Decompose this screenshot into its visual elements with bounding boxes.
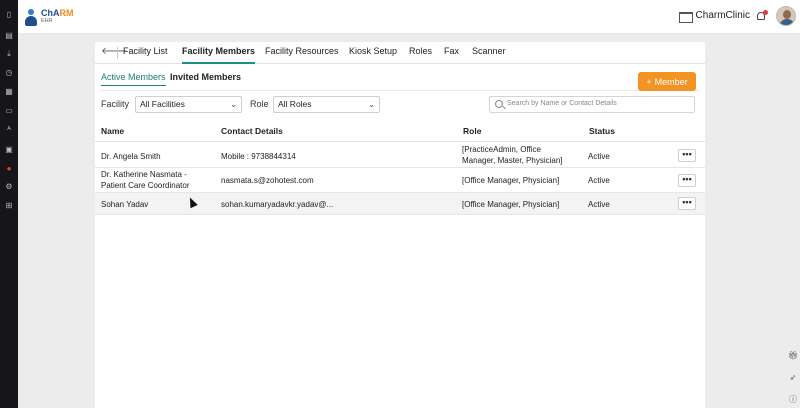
download-icon[interactable]: ⤓ xyxy=(4,49,14,59)
settings-tab-bar: 🡐 Facility List Facility Members Facilit… xyxy=(95,42,705,64)
tab-facility-members[interactable]: Facility Members xyxy=(182,46,256,64)
member-contact: Mobile : 9738844314 xyxy=(221,152,296,161)
column-header-contact: Contact Details xyxy=(221,126,283,136)
tab-roles[interactable]: Roles xyxy=(409,46,432,64)
chevron-down-icon: ⌄ xyxy=(368,100,375,109)
member-name-line: Dr. Katherine Nasmata - xyxy=(101,170,187,179)
table-header: Name Contact Details Role Status xyxy=(95,120,705,142)
more-options-button[interactable]: ••• xyxy=(678,197,696,210)
back-arrow-icon[interactable]: 🡐 xyxy=(101,47,128,57)
table-row[interactable]: Dr. Katherine Nasmata - Patient Care Coo… xyxy=(95,168,705,193)
help-icon[interactable]: ⓘ xyxy=(788,395,798,405)
right-utility-rail: 🎁︎ ➶ ⓘ xyxy=(786,34,800,408)
logo-subtext: EHR xyxy=(41,18,53,24)
notification-bell-icon[interactable] xyxy=(755,10,768,23)
rocket-icon[interactable]: ➶ xyxy=(788,373,798,383)
member-role: [Office Manager, Physician] xyxy=(462,176,560,185)
facility-select-value: All Facilities xyxy=(140,99,185,109)
chat-icon[interactable]: ▣ xyxy=(4,145,14,155)
tab-divider xyxy=(117,47,118,59)
logo-icon xyxy=(24,8,38,26)
add-member-label: Member xyxy=(654,76,688,87)
tab-scanner[interactable]: Scanner xyxy=(472,46,506,64)
tab-facility-resources[interactable]: Facility Resources xyxy=(265,46,339,64)
member-role: [Office Manager, Physician] xyxy=(462,200,560,209)
member-contact: sohan.kumaryadavkr.yadav@... xyxy=(221,200,334,209)
logo-text-accent: RM xyxy=(59,8,74,18)
member-role-line: Manager, Master, Physician] xyxy=(462,156,563,165)
tab-kiosk-setup[interactable]: Kiosk Setup xyxy=(349,46,397,64)
member-status: Active xyxy=(588,176,610,185)
search-placeholder: Search by Name or Contact Details xyxy=(507,100,617,107)
plus-icon[interactable]: ⊞ xyxy=(4,201,14,211)
gift-icon[interactable]: 🎁︎ xyxy=(788,351,798,361)
facility-settings-card: 🡐 Facility List Facility Members Facilit… xyxy=(95,42,705,408)
tab-fax[interactable]: Fax xyxy=(444,46,459,64)
settings-icon[interactable]: ⚙ xyxy=(4,182,14,192)
clinic-switcher[interactable]: CharmClinic xyxy=(678,10,750,23)
column-header-role: Role xyxy=(463,126,482,136)
member-role: [PracticeAdmin, Office Manager, Master, … xyxy=(462,144,563,166)
column-header-status: Status xyxy=(589,126,615,136)
table-row[interactable]: Dr. Angela Smith Mobile : 9738844314 [Pr… xyxy=(95,143,705,168)
member-name: Dr. Katherine Nasmata - Patient Care Coo… xyxy=(101,169,190,191)
tab-facility-list[interactable]: Facility List xyxy=(123,46,168,64)
member-name-line: Patient Care Coordinator xyxy=(101,181,190,190)
clinic-building-icon xyxy=(678,10,693,23)
more-options-button[interactable]: ••• xyxy=(678,149,696,162)
folder-icon[interactable]: ▭ xyxy=(4,106,14,116)
clock-icon[interactable]: ◷ xyxy=(4,68,14,78)
member-status: Active xyxy=(588,152,610,161)
member-role-line: [PracticeAdmin, Office xyxy=(462,145,541,154)
member-contact: nasmata.s@zohotest.com xyxy=(221,176,314,185)
plus-icon: + xyxy=(646,76,652,87)
top-bar: ChARM EHR CharmClinic xyxy=(18,0,800,34)
list-icon[interactable]: ▤ xyxy=(4,31,14,41)
facility-filter-label: Facility xyxy=(101,99,130,109)
subtab-divider xyxy=(100,90,700,91)
chevron-down-icon: ⌄ xyxy=(230,100,237,109)
role-filter-label: Role xyxy=(250,99,269,109)
member-name: Dr. Angela Smith xyxy=(101,152,161,161)
more-options-button[interactable]: ••• xyxy=(678,174,696,187)
role-select-value: All Roles xyxy=(278,99,312,109)
facility-select[interactable]: All Facilities ⌄ xyxy=(135,96,242,113)
member-search-input[interactable]: Search by Name or Contact Details xyxy=(489,96,695,113)
record-icon[interactable]: ● xyxy=(4,164,14,174)
bookmark-icon[interactable]: ▯ xyxy=(4,10,14,20)
member-name: Sohan Yadav xyxy=(101,200,149,209)
search-icon xyxy=(495,100,503,108)
document-icon[interactable]: ▦ xyxy=(4,87,14,97)
subtab-invited-members[interactable]: Invited Members xyxy=(170,72,241,82)
clinic-name: CharmClinic xyxy=(695,10,750,21)
add-member-button[interactable]: + Member xyxy=(638,72,696,91)
user-avatar[interactable] xyxy=(776,6,796,26)
column-header-name[interactable]: Name xyxy=(101,126,124,136)
charm-ehr-logo[interactable]: ChARM EHR xyxy=(24,7,74,27)
left-nav-rail: ▯ ▤ ⤓ ◷ ▦ ▭ ᴬ ▣ ● ⚙ ⊞ xyxy=(0,0,18,408)
role-select[interactable]: All Roles ⌄ xyxy=(273,96,380,113)
table-row[interactable]: Sohan Yadav sohan.kumaryadavkr.yadav@...… xyxy=(95,193,705,215)
subtab-active-members[interactable]: Active Members xyxy=(101,72,166,86)
member-status: Active xyxy=(588,200,610,209)
translate-icon[interactable]: ᴬ xyxy=(4,125,14,135)
